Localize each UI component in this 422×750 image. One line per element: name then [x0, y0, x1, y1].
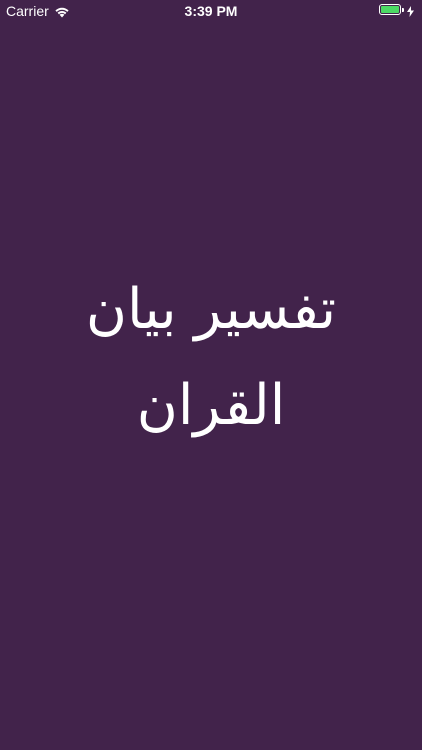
status-bar: Carrier 3:39 PM: [0, 0, 422, 22]
battery-icon: [379, 4, 401, 15]
battery-indicator: [379, 4, 414, 17]
battery-cap: [402, 7, 404, 12]
splash-title: تفسیر بیان القران: [0, 262, 422, 454]
splash-title-line-1: تفسیر بیان: [85, 277, 337, 342]
status-time: 3:39 PM: [184, 3, 238, 19]
battery-level-fill: [381, 6, 399, 13]
bolt-icon: [407, 4, 414, 17]
splash-title-line-2: القران: [136, 373, 286, 438]
